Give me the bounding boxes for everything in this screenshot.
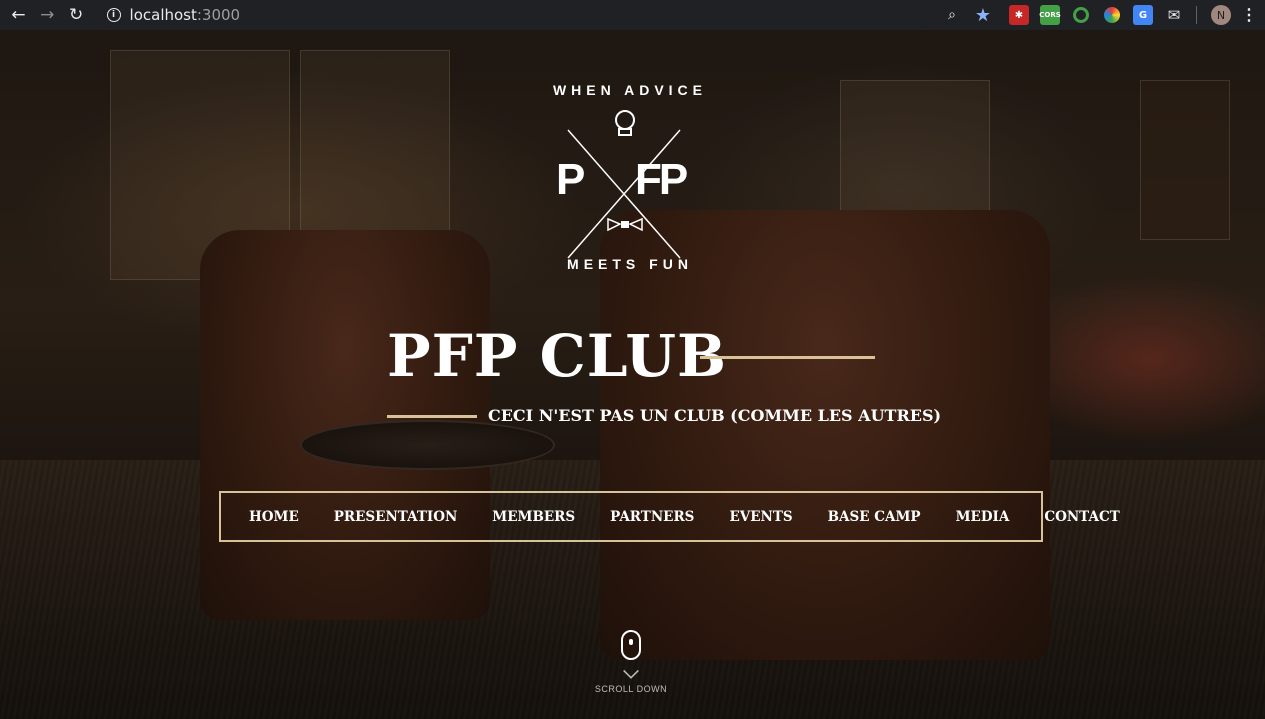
url-host: localhost <box>129 6 197 24</box>
pfp-logo[interactable]: WHEN ADVICE P FP MEETS FUN <box>540 78 720 288</box>
browser-toolbar: ← → ↻ i localhost:3000 ⌕ ★ ✱ CORS G ✉ N … <box>0 0 1265 30</box>
back-icon[interactable]: ← <box>8 4 29 26</box>
profile-avatar[interactable]: N <box>1211 5 1231 25</box>
address-bar[interactable]: i localhost:3000 <box>96 2 931 28</box>
ext-cors-icon[interactable]: CORS <box>1039 5 1061 25</box>
toolbar-divider <box>1196 6 1197 24</box>
ext-cors-label: CORS <box>1039 11 1061 19</box>
logo-text-bottom: MEETS FUN <box>567 256 693 272</box>
menu-icon[interactable]: ⋮ <box>1241 5 1257 25</box>
star-icon[interactable]: ★ <box>973 5 993 26</box>
ext-green-ring-icon[interactable] <box>1071 5 1091 25</box>
scroll-mouse-icon[interactable] <box>621 630 641 660</box>
url-port: :3000 <box>196 6 241 24</box>
nav-events[interactable]: EVENTS <box>729 509 792 525</box>
scroll-down-label[interactable]: SCROLL DOWN <box>580 684 682 694</box>
page-subtitle: CECI N'EST PAS UN CLUB (COMME LES AUTRES… <box>488 406 942 425</box>
nav-contact[interactable]: CONTACT <box>1044 509 1119 525</box>
logo-text-top: WHEN ADVICE <box>552 82 708 98</box>
hero-section: WHEN ADVICE P FP MEETS FUN PFP CLUB CECI… <box>0 30 1265 719</box>
subtitle-accent-line <box>387 415 477 418</box>
nav-home[interactable]: HOME <box>249 509 299 525</box>
title-accent-line <box>700 356 875 359</box>
logo-monogram-right: FP <box>635 155 688 204</box>
forward-icon[interactable]: → <box>37 4 58 26</box>
nav-partners[interactable]: PARTNERS <box>610 509 694 525</box>
nav-members[interactable]: MEMBERS <box>492 509 575 525</box>
nav-base-camp[interactable]: BASE CAMP <box>828 509 921 525</box>
nav-presentation[interactable]: PRESENTATION <box>334 509 458 525</box>
nav-media[interactable]: MEDIA <box>956 509 1010 525</box>
main-navigation: HOME PRESENTATION MEMBERS PARTNERS EVENT… <box>219 491 1120 542</box>
ext-color-icon[interactable] <box>1102 5 1122 25</box>
page-title: PFP CLUB <box>387 322 727 390</box>
info-icon[interactable]: i <box>106 8 121 22</box>
logo-monogram-left: P <box>556 155 586 204</box>
ext-red-icon[interactable]: ✱ <box>1009 5 1029 25</box>
reload-icon[interactable]: ↻ <box>66 4 87 26</box>
ext-translate-icon[interactable]: G <box>1133 5 1153 25</box>
url-text[interactable]: localhost:3000 <box>130 6 241 24</box>
ext-mail-icon[interactable]: ✉ <box>1164 5 1184 25</box>
zoom-icon[interactable]: ⌕ <box>942 5 962 25</box>
